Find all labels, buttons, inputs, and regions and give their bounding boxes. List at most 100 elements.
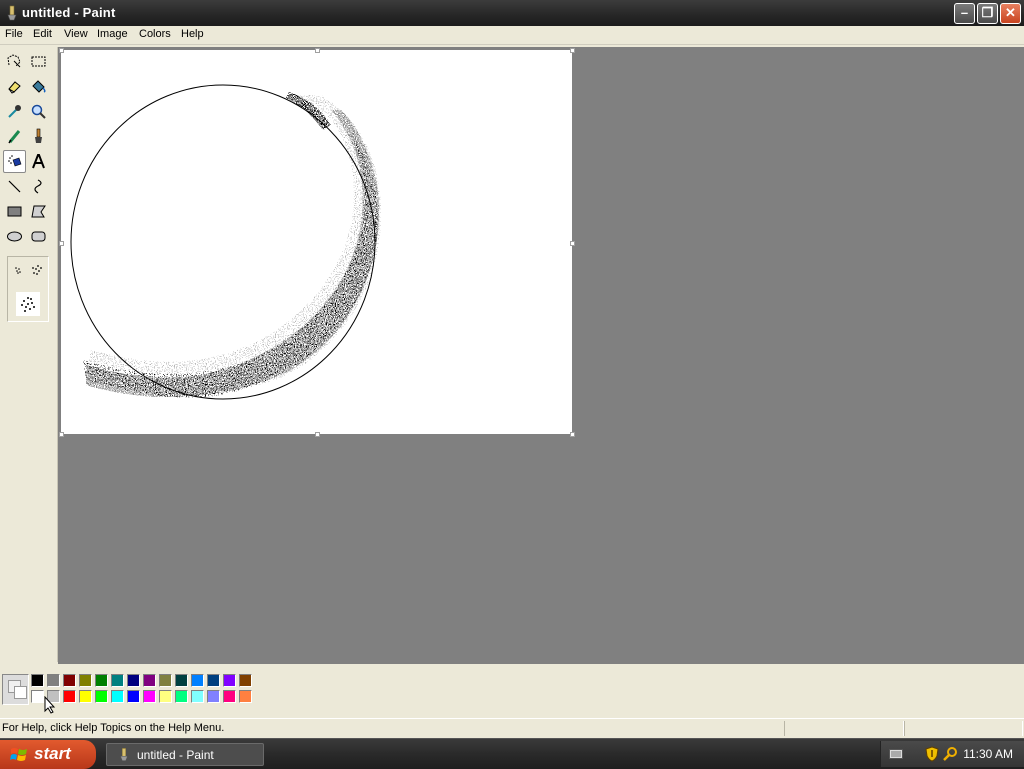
pick-color-tool[interactable] <box>3 100 26 123</box>
color-swatch[interactable] <box>191 690 204 703</box>
window-title: untitled - Paint <box>22 5 116 20</box>
color-swatch[interactable] <box>223 690 236 703</box>
status-bar: For Help, click Help Topics on the Help … <box>0 718 1024 739</box>
color-swatch[interactable] <box>111 674 124 687</box>
restore-button[interactable]: ❐ <box>977 3 998 24</box>
title-bar[interactable]: untitled - Paint – ❐ ✕ <box>0 0 1024 26</box>
menu-help[interactable]: Help <box>181 28 204 40</box>
select-icon <box>31 56 46 67</box>
color-swatch[interactable] <box>127 674 140 687</box>
color-swatch[interactable] <box>207 674 220 687</box>
magnifier-tool[interactable] <box>27 100 50 123</box>
eraser-icon <box>8 81 21 94</box>
color-swatch[interactable] <box>159 674 172 687</box>
rectangle-tool[interactable] <box>3 200 26 223</box>
airbrush-size-options <box>7 256 49 322</box>
minimize-button[interactable]: – <box>954 3 975 24</box>
rounded-rectangle-tool[interactable] <box>27 225 50 248</box>
color-swatch[interactable] <box>127 690 140 703</box>
color-swatch[interactable] <box>79 690 92 703</box>
ellipse-tool[interactable] <box>3 225 26 248</box>
taskbar-item-label: untitled - Paint <box>137 748 214 762</box>
close-button[interactable]: ✕ <box>1000 3 1021 24</box>
color-swatch[interactable] <box>239 690 252 703</box>
security-shield-icon[interactable] <box>925 746 939 762</box>
line-tool[interactable] <box>3 175 26 198</box>
drawing-canvas[interactable] <box>59 48 575 437</box>
color-swatch[interactable] <box>31 674 44 687</box>
canvas-handle-left <box>59 241 64 246</box>
color-swatch[interactable] <box>239 674 252 687</box>
search-icon[interactable] <box>943 746 959 762</box>
windows-logo-icon <box>10 748 27 761</box>
menu-file[interactable]: File <box>5 28 23 40</box>
paint-app-icon <box>120 748 128 761</box>
taskbar-item-paint[interactable]: untitled - Paint <box>106 743 264 766</box>
menu-view[interactable]: View <box>64 28 88 40</box>
color-swatch[interactable] <box>63 690 76 703</box>
select-tool[interactable] <box>27 50 50 73</box>
taskbar: start untitled - Paint 11:30 AM <box>0 738 1024 769</box>
line-icon <box>8 180 21 193</box>
airbrush-tool[interactable] <box>3 150 26 173</box>
color-swatch[interactable] <box>207 690 220 703</box>
curve-tool[interactable] <box>27 175 50 198</box>
free-form-select-tool[interactable] <box>3 50 26 73</box>
eraser-tool[interactable] <box>3 75 26 98</box>
start-button[interactable]: start <box>0 740 96 769</box>
color-swatch[interactable] <box>175 674 188 687</box>
color-swatch[interactable] <box>79 674 92 687</box>
brush-icon <box>35 128 42 143</box>
color-swatch[interactable] <box>111 690 124 703</box>
color-swatch[interactable] <box>47 674 60 687</box>
color-swatch[interactable] <box>143 690 156 703</box>
current-colors <box>2 674 29 705</box>
status-coordinates-pane <box>784 721 904 736</box>
polygon-icon <box>31 205 46 218</box>
rounded-rectangle-icon <box>31 231 46 242</box>
color-swatch[interactable] <box>95 674 108 687</box>
workspace <box>58 47 1024 664</box>
free-form-select-icon <box>7 54 21 68</box>
canvas-handle-top-left <box>59 48 64 53</box>
menu-edit[interactable]: Edit <box>33 28 52 40</box>
canvas-handle-right[interactable] <box>570 241 575 246</box>
menu-colors[interactable]: Colors <box>139 28 171 40</box>
rectangle-icon <box>7 206 22 217</box>
canvas-handle-top <box>315 48 320 53</box>
polygon-tool[interactable] <box>27 200 50 223</box>
color-swatch[interactable] <box>31 690 44 703</box>
clock: 11:30 AM <box>963 747 1013 761</box>
airbrush-icon <box>8 155 22 167</box>
color-swatch[interactable] <box>159 690 172 703</box>
system-tray: 11:30 AM <box>880 741 1024 767</box>
magnifier-icon <box>31 104 46 119</box>
color-swatch[interactable] <box>63 674 76 687</box>
airbrush-small-option[interactable] <box>15 267 21 274</box>
color-swatch[interactable] <box>175 690 188 703</box>
paint-app-icon <box>7 5 17 21</box>
canvas-drawing <box>70 84 381 400</box>
menu-image[interactable]: Image <box>97 28 128 40</box>
pencil-tool[interactable] <box>3 125 26 148</box>
mouse-cursor-icon <box>44 696 56 714</box>
ellipse-icon <box>7 231 22 242</box>
canvas-handle-bottom-left <box>59 432 64 437</box>
canvas-handle-bottom[interactable] <box>315 432 320 437</box>
fill-tool[interactable] <box>27 75 50 98</box>
color-swatch[interactable] <box>191 674 204 687</box>
color-swatch[interactable] <box>143 674 156 687</box>
canvas-handle-bottom-right[interactable] <box>570 432 575 437</box>
menu-bar: File Edit View Image Colors Help <box>0 26 1024 45</box>
status-help-text: For Help, click Help Topics on the Help … <box>2 722 225 734</box>
text-tool[interactable] <box>27 150 50 173</box>
brush-tool[interactable] <box>27 125 50 148</box>
color-box <box>0 664 1024 714</box>
color-swatch[interactable] <box>223 674 236 687</box>
color-swatch[interactable] <box>95 690 108 703</box>
start-label: start <box>34 744 71 763</box>
canvas-handle-top-right <box>570 48 575 53</box>
airbrush-medium-option[interactable] <box>32 265 42 275</box>
curve-icon <box>34 179 42 194</box>
keyboard-icon[interactable] <box>889 748 903 760</box>
